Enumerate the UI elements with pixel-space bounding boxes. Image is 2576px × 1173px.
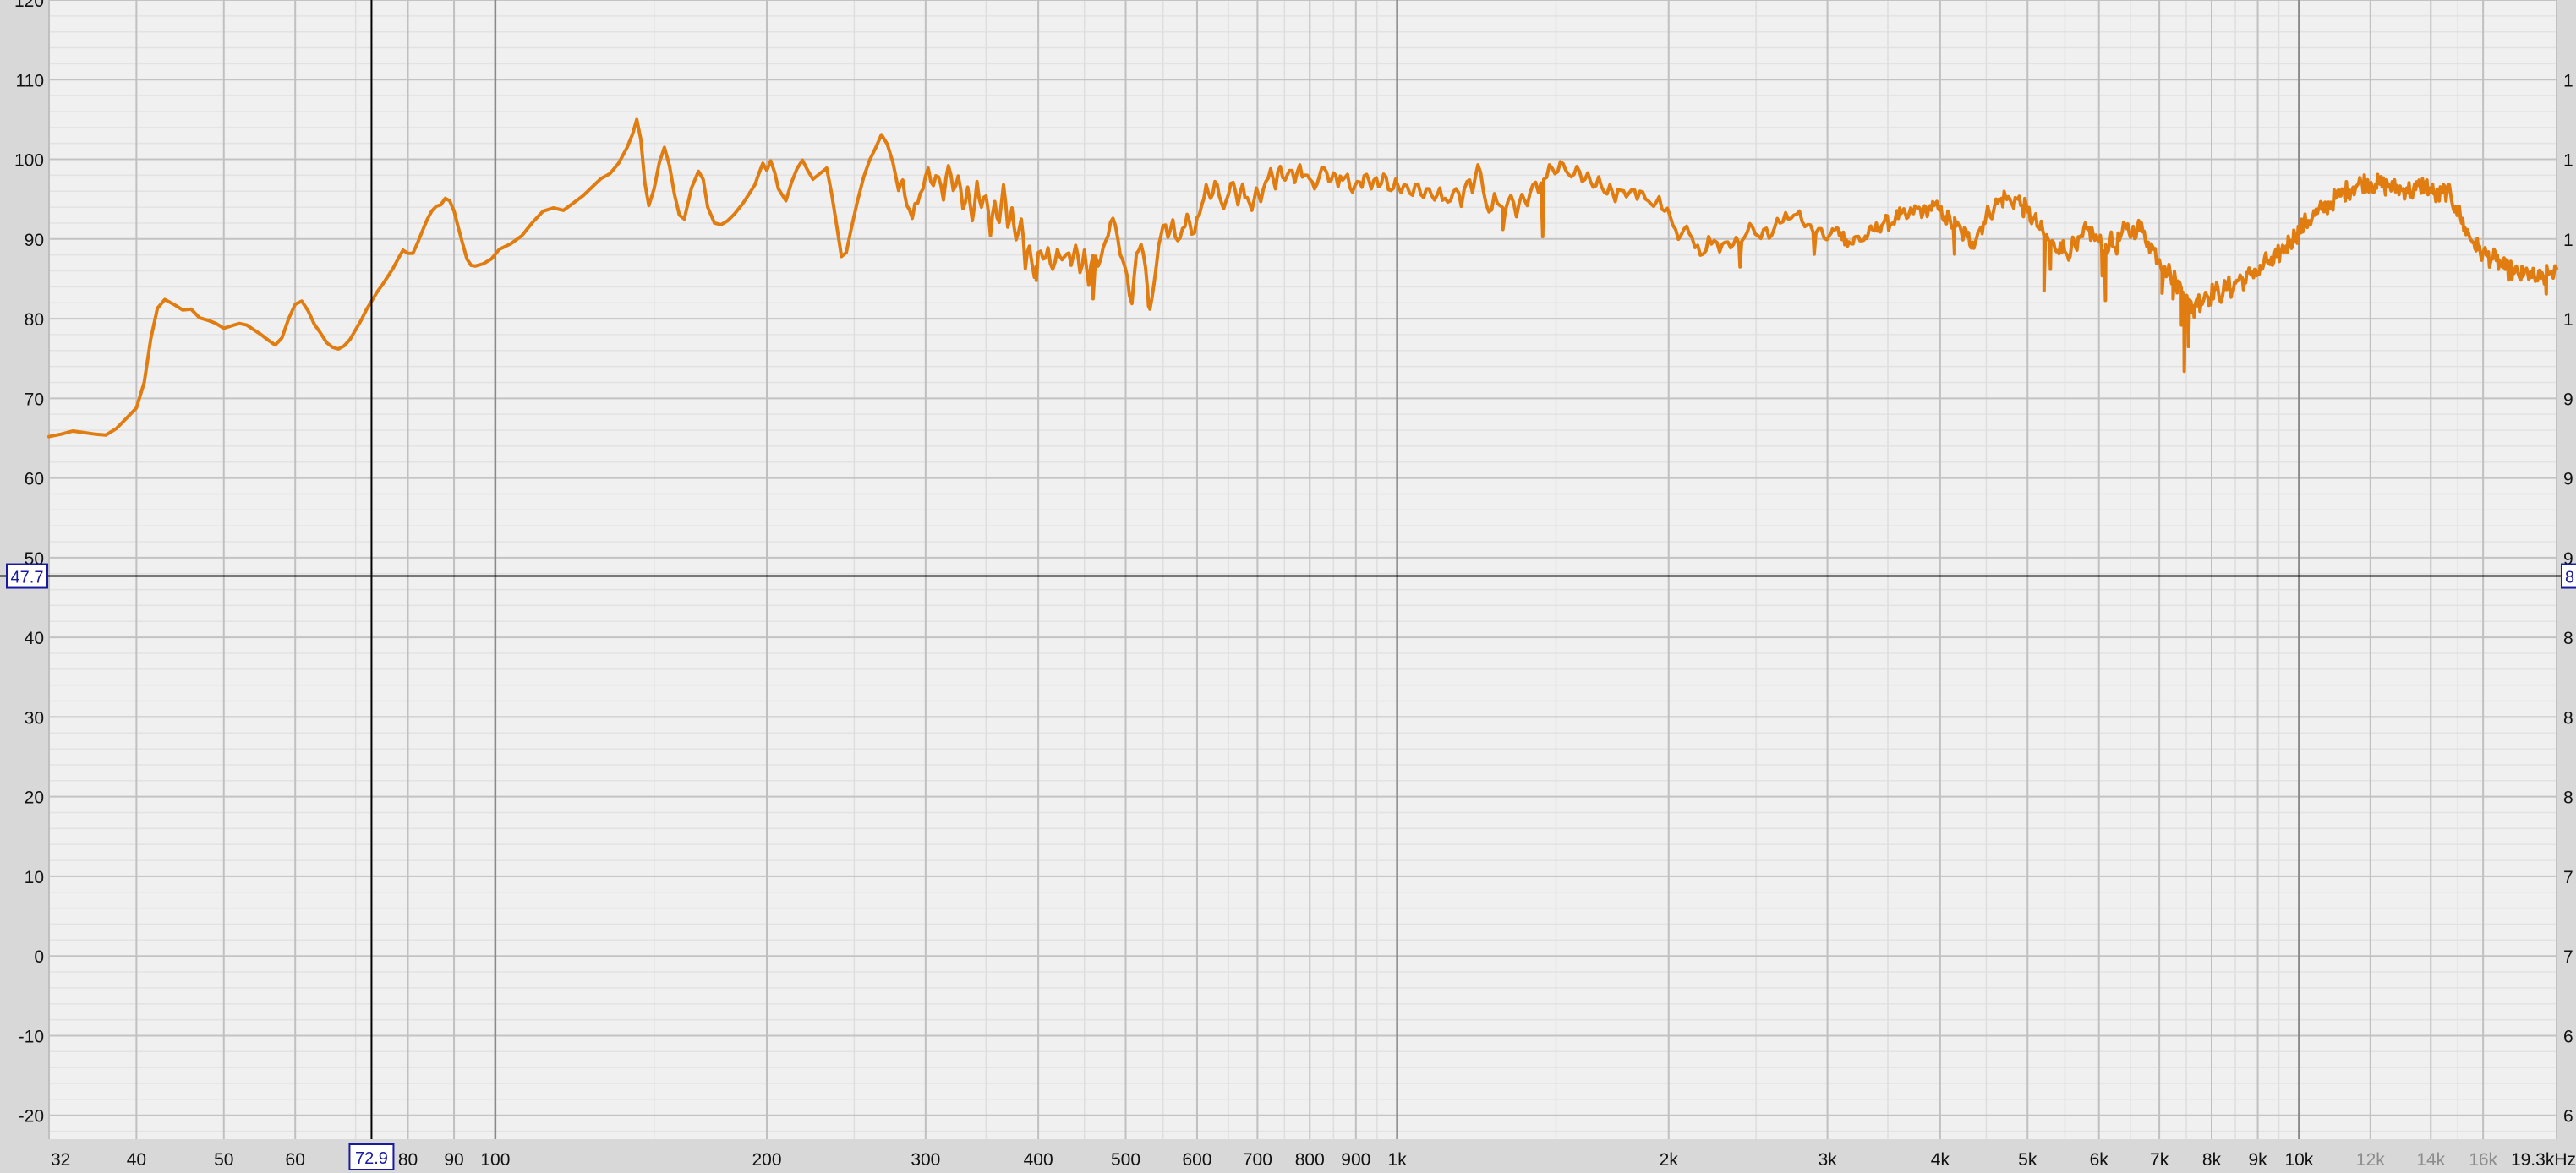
y-tick-label: 20 bbox=[25, 788, 44, 808]
x-tick-label: 400 bbox=[1024, 1150, 1053, 1170]
y-tick-label: 90 bbox=[25, 231, 44, 250]
y-tick-label-right: 1 bbox=[2563, 231, 2573, 250]
y-tick-label: 60 bbox=[25, 470, 44, 489]
y-tick-label: -20 bbox=[19, 1107, 44, 1127]
y-tick-label: 120 bbox=[14, 0, 44, 11]
y-tick-label-right: 6 bbox=[2563, 1027, 2573, 1046]
x-tick-label: 7k bbox=[2150, 1150, 2169, 1170]
y-tick-label-right: 1 bbox=[2563, 71, 2573, 90]
x-tick-label: 14k bbox=[2416, 1150, 2445, 1170]
cursor-x-readout: 72.9 bbox=[355, 1149, 388, 1168]
x-tick-label: 600 bbox=[1182, 1150, 1211, 1170]
x-tick-label: 4k bbox=[1931, 1150, 1950, 1170]
x-tick-label: 2k bbox=[1660, 1150, 1679, 1170]
y-tick-label: 80 bbox=[25, 310, 44, 330]
x-tick-label: 100 bbox=[480, 1150, 510, 1170]
x-tick-label: 90 bbox=[444, 1150, 463, 1170]
x-tick-label: 300 bbox=[911, 1150, 940, 1170]
x-tick-label: 9k bbox=[2248, 1150, 2267, 1170]
x-tick-label: 3k bbox=[1819, 1150, 1838, 1170]
x-tick-label: 10k bbox=[2284, 1150, 2313, 1170]
x-tick-label: 200 bbox=[752, 1150, 781, 1170]
y-tick-label: 40 bbox=[25, 629, 44, 648]
x-tick-label: 16k bbox=[2469, 1150, 2497, 1170]
y-tick-label: 70 bbox=[25, 390, 44, 409]
x-tick-label: 40 bbox=[127, 1150, 146, 1170]
y-tick-label-right: 8 bbox=[2563, 788, 2573, 808]
x-tick-label: 19.3kHz bbox=[2511, 1150, 2576, 1170]
y-tick-label-right: 6 bbox=[2563, 1107, 2573, 1127]
y-tick-label-right: 1 bbox=[2563, 310, 2573, 330]
x-tick-label: 500 bbox=[1111, 1150, 1140, 1170]
frequency-response-chart: 1201101009080706050403020100-10-20 11119… bbox=[0, 0, 2576, 1173]
x-tick-label: 12k bbox=[2356, 1150, 2385, 1170]
x-tick-label: 8k bbox=[2202, 1150, 2222, 1170]
x-tick-label: 700 bbox=[1243, 1150, 1272, 1170]
y-tick-label: 30 bbox=[25, 708, 44, 728]
y-tick-label-right: 9 bbox=[2563, 470, 2573, 489]
cursor-y-readout: 47.7 bbox=[11, 569, 44, 587]
y-tick-label: 110 bbox=[16, 71, 44, 90]
y-tick-label: 0 bbox=[34, 947, 44, 967]
cursor-y-readout-right: 8 bbox=[2565, 569, 2574, 587]
y-tick-label-right: 8 bbox=[2563, 708, 2573, 728]
x-tick-label: 60 bbox=[286, 1150, 305, 1170]
y-tick-label-right: 7 bbox=[2563, 947, 2573, 967]
y-tick-label: -10 bbox=[19, 1027, 44, 1046]
x-tick-label: 32 bbox=[51, 1150, 70, 1170]
y-tick-label: 100 bbox=[14, 151, 44, 171]
x-tick-label: 800 bbox=[1295, 1150, 1325, 1170]
x-tick-label: 1k bbox=[1388, 1150, 1408, 1170]
y-tick-label-right: 1 bbox=[2563, 151, 2573, 171]
x-tick-label: 5k bbox=[2018, 1150, 2037, 1170]
y-tick-label-right: 9 bbox=[2563, 390, 2573, 409]
x-tick-label: 80 bbox=[398, 1150, 418, 1170]
y-tick-label-right: 8 bbox=[2563, 629, 2573, 648]
x-tick-label: 50 bbox=[214, 1150, 233, 1170]
x-tick-label: 6k bbox=[2090, 1150, 2109, 1170]
y-tick-label: 10 bbox=[25, 868, 44, 887]
x-tick-label: 900 bbox=[1341, 1150, 1370, 1170]
y-tick-label-right: 7 bbox=[2563, 868, 2573, 887]
